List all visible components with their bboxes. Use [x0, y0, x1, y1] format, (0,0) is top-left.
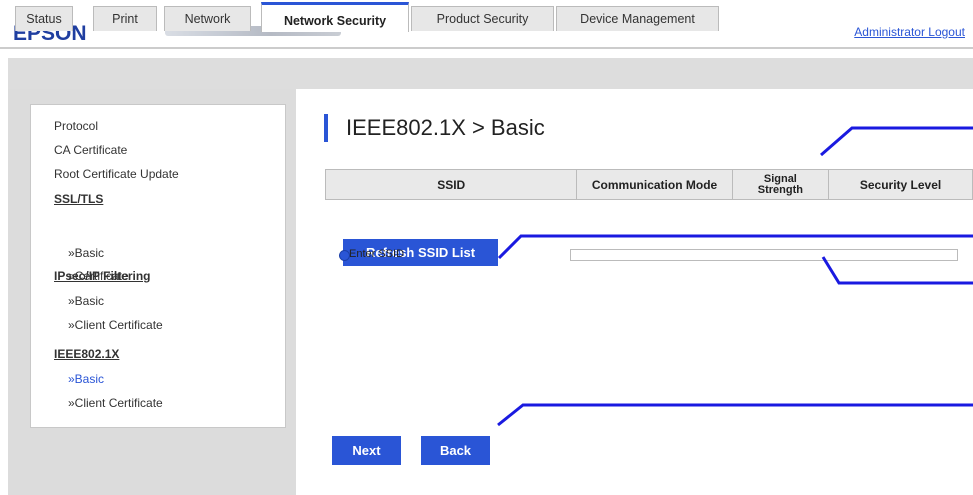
tab-network[interactable]: Network — [164, 6, 251, 31]
sidebar-item-ssl-basic[interactable]: »Basic — [68, 246, 104, 260]
sidebar-heading-ssl-tls[interactable]: SSL/TLS — [54, 192, 103, 206]
sidebar-item-ipsec-basic[interactable]: »Basic — [68, 294, 104, 308]
column-header-communication-mode: Communication Mode — [576, 169, 733, 200]
back-button[interactable]: Back — [421, 436, 490, 465]
tab-network-security[interactable]: Network Security — [261, 2, 409, 32]
ssid-input[interactable] — [570, 249, 958, 261]
page-title: IEEE802.1X > Basic — [346, 115, 545, 140]
tab-product-security[interactable]: Product Security — [411, 6, 554, 31]
sidebar-heading-ieee8021x[interactable]: IEEE802.1X — [54, 347, 119, 361]
column-header-security-level: Security Level — [828, 169, 973, 200]
tab-device-management[interactable]: Device Management — [556, 6, 719, 31]
sidebar-item-ipsec-client-certificate[interactable]: »Client Certificate — [68, 318, 163, 332]
sidebar-item-protocol[interactable]: Protocol — [54, 119, 98, 133]
sidebar-item-root-certificate-update[interactable]: Root Certificate Update — [54, 167, 179, 181]
next-button[interactable]: Next — [332, 436, 401, 465]
sidebar-heading-ipsec[interactable]: IPsec/IP Filtering — [54, 269, 150, 283]
column-header-signal-strength: Signal Strength — [731, 169, 830, 200]
enter-ssid-label: Enter SSID — [349, 248, 405, 260]
main-panel — [296, 89, 973, 495]
ssid-table: SSID Communication Mode Signal Strength … — [324, 169, 973, 200]
administrator-logout-link[interactable]: Administrator Logout — [854, 25, 965, 39]
tab-print[interactable]: Print — [93, 6, 157, 31]
title-accent-bar — [324, 114, 328, 142]
tab-bar — [8, 58, 973, 89]
sidebar-item-ieee-client-certificate[interactable]: »Client Certificate — [68, 396, 163, 410]
signal-strength-line2: Strength — [757, 183, 803, 196]
sidebar-item-ieee-basic[interactable]: »Basic — [68, 372, 104, 386]
header-divider — [0, 47, 973, 49]
sidebar-item-ca-certificate[interactable]: CA Certificate — [54, 143, 127, 157]
sidebar: Protocol CA Certificate Root Certificate… — [30, 104, 286, 428]
column-header-ssid: SSID — [324, 169, 578, 200]
tab-status[interactable]: Status — [15, 6, 73, 31]
